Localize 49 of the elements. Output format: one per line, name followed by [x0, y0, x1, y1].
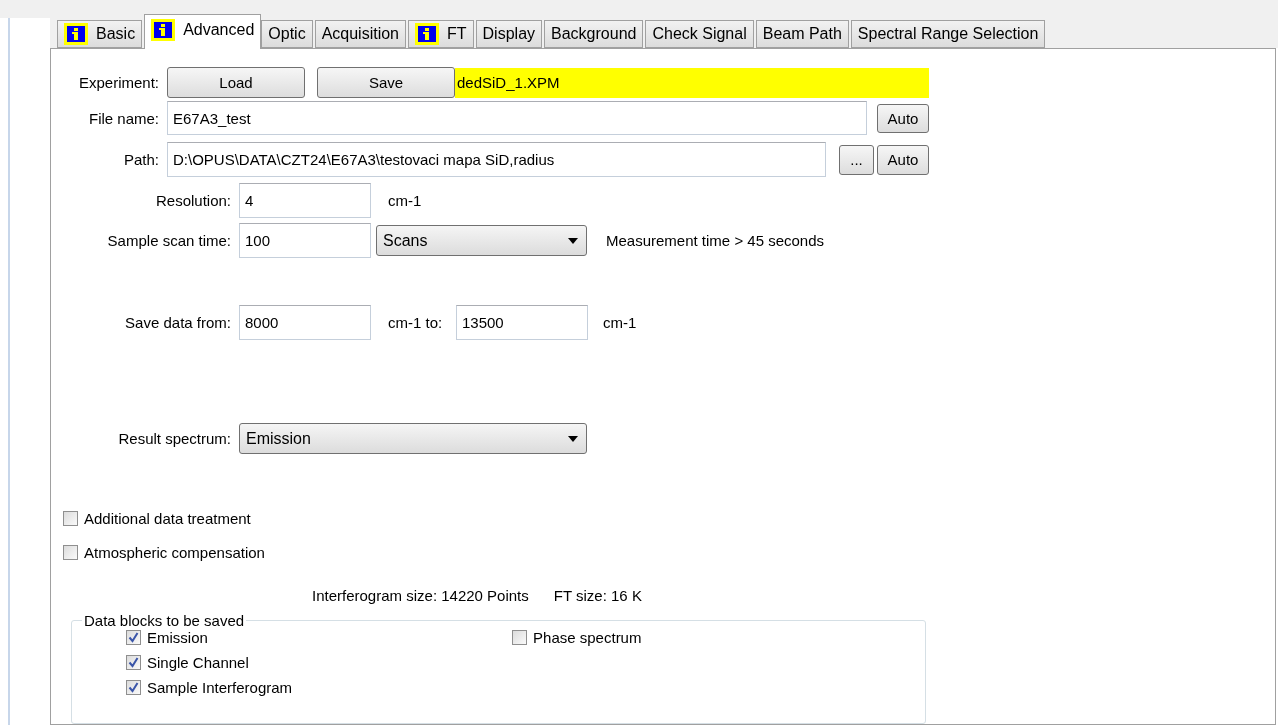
measurement-time-note: Measurement time > 45 seconds: [606, 232, 825, 249]
size-info: FT size: 16 K: [553, 587, 642, 604]
field-label: Experiment:: [77, 74, 159, 91]
caret-icon: [568, 435, 578, 442]
tab[interactable]: Display: [475, 20, 543, 48]
tab[interactable]: Background: [544, 20, 644, 48]
checkbox[interactable]: Additional data treatment: [63, 510, 1275, 527]
field-label: Resolution:: [154, 192, 231, 209]
tab[interactable]: Optic: [261, 20, 313, 48]
field-label: File name:: [87, 109, 159, 127]
checkbox[interactable]: Emission: [126, 629, 293, 646]
auto-button[interactable]: Auto: [877, 103, 929, 133]
unit-label: cm-1: [388, 192, 422, 209]
check-icon: [128, 657, 139, 668]
check-icon: [128, 632, 139, 643]
caret-icon: [568, 237, 578, 244]
tab[interactable]: Advanced: [144, 14, 262, 49]
checkbox[interactable]: Single Channel: [126, 654, 293, 671]
path-button[interactable]: Auto: [877, 144, 929, 175]
field-label: Path:: [122, 151, 159, 168]
file-name-field[interactable]: E67A3_test: [167, 101, 867, 135]
path-button[interactable]: ...: [839, 144, 874, 175]
group-title: Data blocks to be saved: [83, 612, 246, 629]
experiment-button[interactable]: Save: [317, 67, 455, 98]
tab[interactable]: Beam Path: [755, 20, 849, 48]
experiment-button[interactable]: Load: [167, 67, 305, 98]
size-info: Interferogram size: 14220 Points: [312, 587, 529, 604]
path-field[interactable]: D:\OPUS\DATA\CZT24\E67A3\testovaci mapa SiD,radius: [167, 142, 826, 177]
experiment-file: dedSiD_1.XPM: [455, 67, 929, 98]
range-to-field[interactable]: 13500: [456, 305, 588, 340]
unit-label: cm-1: [603, 314, 637, 331]
tab[interactable]: Basic: [57, 20, 143, 48]
tab[interactable]: Check Signal: [645, 20, 754, 48]
range-from-field[interactable]: 8000: [239, 305, 371, 340]
checkbox[interactable]: Sample Interferogram: [126, 679, 293, 696]
result-spectrum-dropdown[interactable]: Emission: [239, 423, 587, 454]
field-label: Save data from:: [124, 314, 231, 331]
field-label: Result spectrum:: [117, 430, 231, 447]
checkbox[interactable]: Atmospheric compensation: [63, 544, 1275, 561]
resolution-field[interactable]: 4: [239, 183, 371, 218]
tab[interactable]: Spectral Range Selection: [850, 20, 1046, 48]
checkbox[interactable]: Phase spectrum: [512, 629, 642, 646]
scan-time-field[interactable]: 100: [239, 223, 371, 258]
field-label: Sample scan time:: [106, 232, 231, 249]
tab[interactable]: Acquisition: [314, 20, 406, 48]
tab[interactable]: FT: [408, 20, 474, 48]
scan-unit-dropdown[interactable]: Scans: [376, 225, 587, 256]
check-icon: [128, 682, 139, 693]
unit-label: cm-1 to:: [388, 314, 444, 331]
